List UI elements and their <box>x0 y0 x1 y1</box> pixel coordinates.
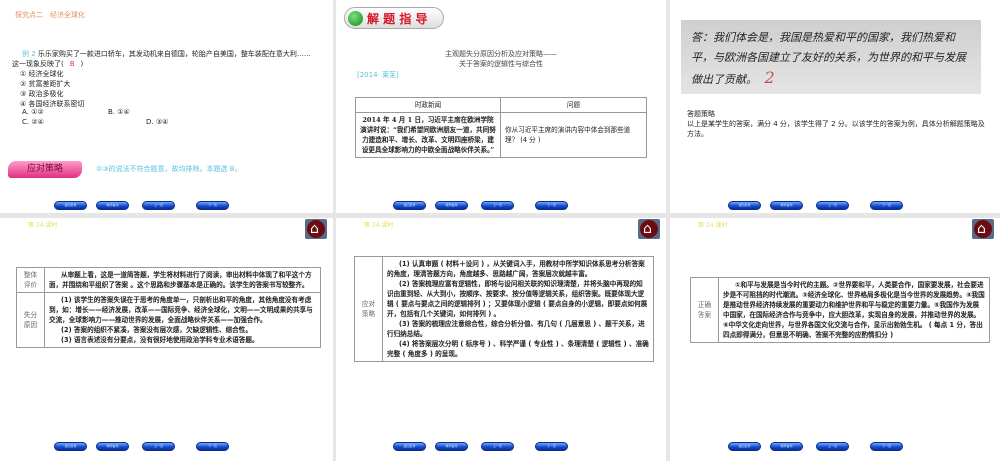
nav-bar: 返回目录 教师备用 上一页 下一页 <box>393 442 568 451</box>
nav-button-next[interactable]: 下一页 <box>535 442 568 451</box>
home-icon[interactable] <box>305 219 327 239</box>
nav-button-prev[interactable]: 上一页 <box>481 442 514 451</box>
news-text: 2014 年 4 月 1 日，习近平主席在欧洲学院演讲时说：“我们希望同欧洲朋友… <box>355 112 501 158</box>
question-text: 例 2 乐乐家购买了一款进口轿车，其发动机来自德国，轮胎产自美国，整车装配在意大… <box>12 49 317 69</box>
nav-bar: 返回目录 教师备用 上一页 下一页 <box>728 201 903 210</box>
title-line-1: 主观题失分原因分析及应对策略—— <box>445 50 557 58</box>
nav-bar: 返回目录 教师备用 上一页 下一页 <box>54 442 229 451</box>
overall-evaluation: 从审题上看，这是一道简答题，学生将材料进行了阅读，审出材料中体现了和平这个方面，… <box>44 267 321 293</box>
row-label: 整体评价 <box>16 267 45 293</box>
slide-3[interactable]: 答：我们体会是，我国是热爱和平的国家，我们热爱和平，与欧洲各国建立了友好的关系，… <box>670 0 1000 213</box>
option: ② 贫富差距扩大 <box>20 80 71 88</box>
slide-6[interactable]: 第 24 课时 正确答案 ①和平与发展是当今时代的主题。②世界要和平，人类要合作… <box>670 218 1000 461</box>
option: ① 经济全球化 <box>20 70 64 78</box>
guide-badge-label: 解 题 指 导 <box>367 12 428 26</box>
nav-bar: 返回目录 教师备用 上一页 下一页 <box>728 442 903 451</box>
option: ③ 政治多极化 <box>20 90 64 98</box>
news-table: 时政新闻 问题 2014 年 4 月 1 日，习近平主席在欧洲学院演讲时说：“我们… <box>355 97 647 158</box>
nav-button-prev[interactable]: 上一页 <box>142 442 175 451</box>
title-line-2: 关于答案的逻辑性与综合性 <box>459 60 543 68</box>
slide-4[interactable]: 第 24 课时 整体评价从审题上看，这是一道简答题，学生将材料进行了阅读，审出材… <box>0 218 333 461</box>
answer-mark: B <box>69 60 75 68</box>
nav-button-toc[interactable]: 返回目录 <box>728 442 761 451</box>
row-label: 应对策略 <box>354 256 383 362</box>
nav-bar: 返回目录 教师备用 上一页 下一页 <box>54 201 229 210</box>
nav-button-next[interactable]: 下一页 <box>870 201 903 210</box>
lesson-label: 第 24 课时 <box>364 222 394 229</box>
choice-a: A. ①② <box>22 108 44 116</box>
strategy-item: (3) 答案的梳理应注意综合性，综合分析分值、有几句 ( 几层意思 ) 、题干关… <box>387 320 645 338</box>
nav-button-teacher[interactable]: 教师备用 <box>435 201 468 210</box>
score-mark: 2 <box>764 68 775 87</box>
handwritten-answer: 答：我们体会是，我国是热爱和平的国家，我们热爱和平，与欧洲各国建立了友好的关系，… <box>691 31 966 86</box>
strategy-item: (2) 答案梳理应富有逻辑性，即将与设问相关联的知识理清楚，并将头脑中再现的知识… <box>387 280 648 318</box>
reason-item: (2) 答案的组织不紧凑，答案没有层次感，欠缺逻辑性、综合性。 <box>61 326 252 334</box>
strategy-title: 答题策略 <box>687 110 715 118</box>
options-list: ① 经济全球化 ② 贫富差距扩大 ③ 政治多极化 ④ 各国经济联系密切 <box>20 69 85 109</box>
answer-table: 正确答案 ①和平与发展是当今时代的主题。②世界要和平，人类要合作，国家要发展，社… <box>690 277 990 343</box>
row-label: 失分原因 <box>16 292 45 348</box>
nav-button-prev[interactable]: 上一页 <box>481 201 514 210</box>
slide-2[interactable]: 解 题 指 导 主观题失分原因分析及应对策略—— 关于答案的逻辑性与综合性 [2… <box>336 0 666 213</box>
nav-button-toc[interactable]: 返回目录 <box>54 442 87 451</box>
guide-badge: 解 题 指 导 <box>344 7 444 29</box>
source-label: [2014· 莱芜] <box>357 71 399 79</box>
student-answer-photo: 答：我们体会是，我国是热爱和平的国家，我们热爱和平，与欧洲各国建立了友好的关系，… <box>681 20 981 94</box>
nav-button-toc[interactable]: 返回目录 <box>728 201 761 210</box>
nav-button-next[interactable]: 下一页 <box>535 201 568 210</box>
strategy-item: (1) 认真审题 ( 材料＋设问 ) ，从关键词入手，用教材中所学知识体系思考分… <box>387 260 645 278</box>
strategy-text: 以上是某学生的答案，满分 4 分，该学生得了 2 分。以该学生的答案为例，具体分… <box>687 120 985 138</box>
question-stem: 乐乐家购买了一款进口轿车，其发动机来自德国，轮胎产自美国，整车装配在意大利……这… <box>12 50 311 68</box>
home-icon[interactable] <box>972 219 994 239</box>
strategy-text: ②③的说法不符合题意，故均排除。本题选 B。 <box>96 165 242 173</box>
correct-answer-text: ①和平与发展是当今时代的主题。②世界要和平，人类要合作，国家要发展，社会要进步是… <box>718 277 990 343</box>
nav-button-teacher[interactable]: 教师备用 <box>96 201 129 210</box>
strategy-badge: 应对策略 <box>8 161 82 178</box>
nav-button-prev[interactable]: 上一页 <box>142 201 175 210</box>
lesson-label: 第 24 课时 <box>698 222 728 229</box>
example-label: 例 2 <box>22 50 36 58</box>
nav-button-next[interactable]: 下一页 <box>196 201 229 210</box>
slide-1[interactable]: 探究点二 经济全球化 例 2 乐乐家购买了一款进口轿车，其发动机来自德国，轮胎产… <box>0 0 333 213</box>
reason-item: (3) 语言表述没有分要点，没有很好地使用政治学科专业术语答题。 <box>61 336 259 344</box>
question-end: ) <box>80 60 84 68</box>
nav-button-next[interactable]: 下一页 <box>870 442 903 451</box>
nav-button-prev[interactable]: 上一页 <box>816 442 849 451</box>
nav-button-toc[interactable]: 返回目录 <box>54 201 87 210</box>
choice-c: C. ②④ <box>22 118 44 126</box>
strategy-item: (4) 将答案层次分明 ( 标序号 ) 、科学严谨 ( 专业性 ) 、条理清楚 … <box>387 340 649 358</box>
row-label: 正确答案 <box>690 277 719 343</box>
reason-item: (1) 该学生的答案失误在于思考的角度单一，只剖析出和平的角度，其他角度没有考虑… <box>49 296 313 324</box>
nav-bar: 返回目录 教师备用 上一页 下一页 <box>393 201 568 210</box>
nav-button-teacher[interactable]: 教师备用 <box>96 442 129 451</box>
green-dot-icon <box>348 11 363 26</box>
lesson-label: 第 24 课时 <box>28 222 58 229</box>
nav-button-prev[interactable]: 上一页 <box>816 201 849 210</box>
strategy-table: 应对策略 (1) 认真审题 ( 材料＋设问 ) ，从关键词入手，用教材中所学知识… <box>354 256 654 362</box>
choice-d: D. ③④ <box>146 118 169 126</box>
col-header-question: 问题 <box>500 97 647 113</box>
nav-button-teacher[interactable]: 教师备用 <box>770 442 803 451</box>
nav-button-toc[interactable]: 返回目录 <box>393 442 426 451</box>
nav-button-teacher[interactable]: 教师备用 <box>770 201 803 210</box>
nav-button-toc[interactable]: 返回目录 <box>393 201 426 210</box>
nav-button-teacher[interactable]: 教师备用 <box>435 442 468 451</box>
home-icon[interactable] <box>638 219 660 239</box>
choice-b: B. ①④ <box>108 108 130 116</box>
question-text: 你从习近平主席的演讲内容中体会到那些道理？ (4 分 ) <box>500 112 647 158</box>
nav-button-next[interactable]: 下一页 <box>196 442 229 451</box>
col-header-news: 时政新闻 <box>355 97 501 113</box>
slide-5[interactable]: 第 24 课时 应对策略 (1) 认真审题 ( 材料＋设问 ) ，从关键词入手，… <box>336 218 666 461</box>
section-header: 探究点二 经济全球化 <box>15 11 85 19</box>
evaluation-table: 整体评价 从审题上看，这是一道简答题，学生将材料进行了阅读，审出材料中体现了和平这… <box>16 267 321 348</box>
